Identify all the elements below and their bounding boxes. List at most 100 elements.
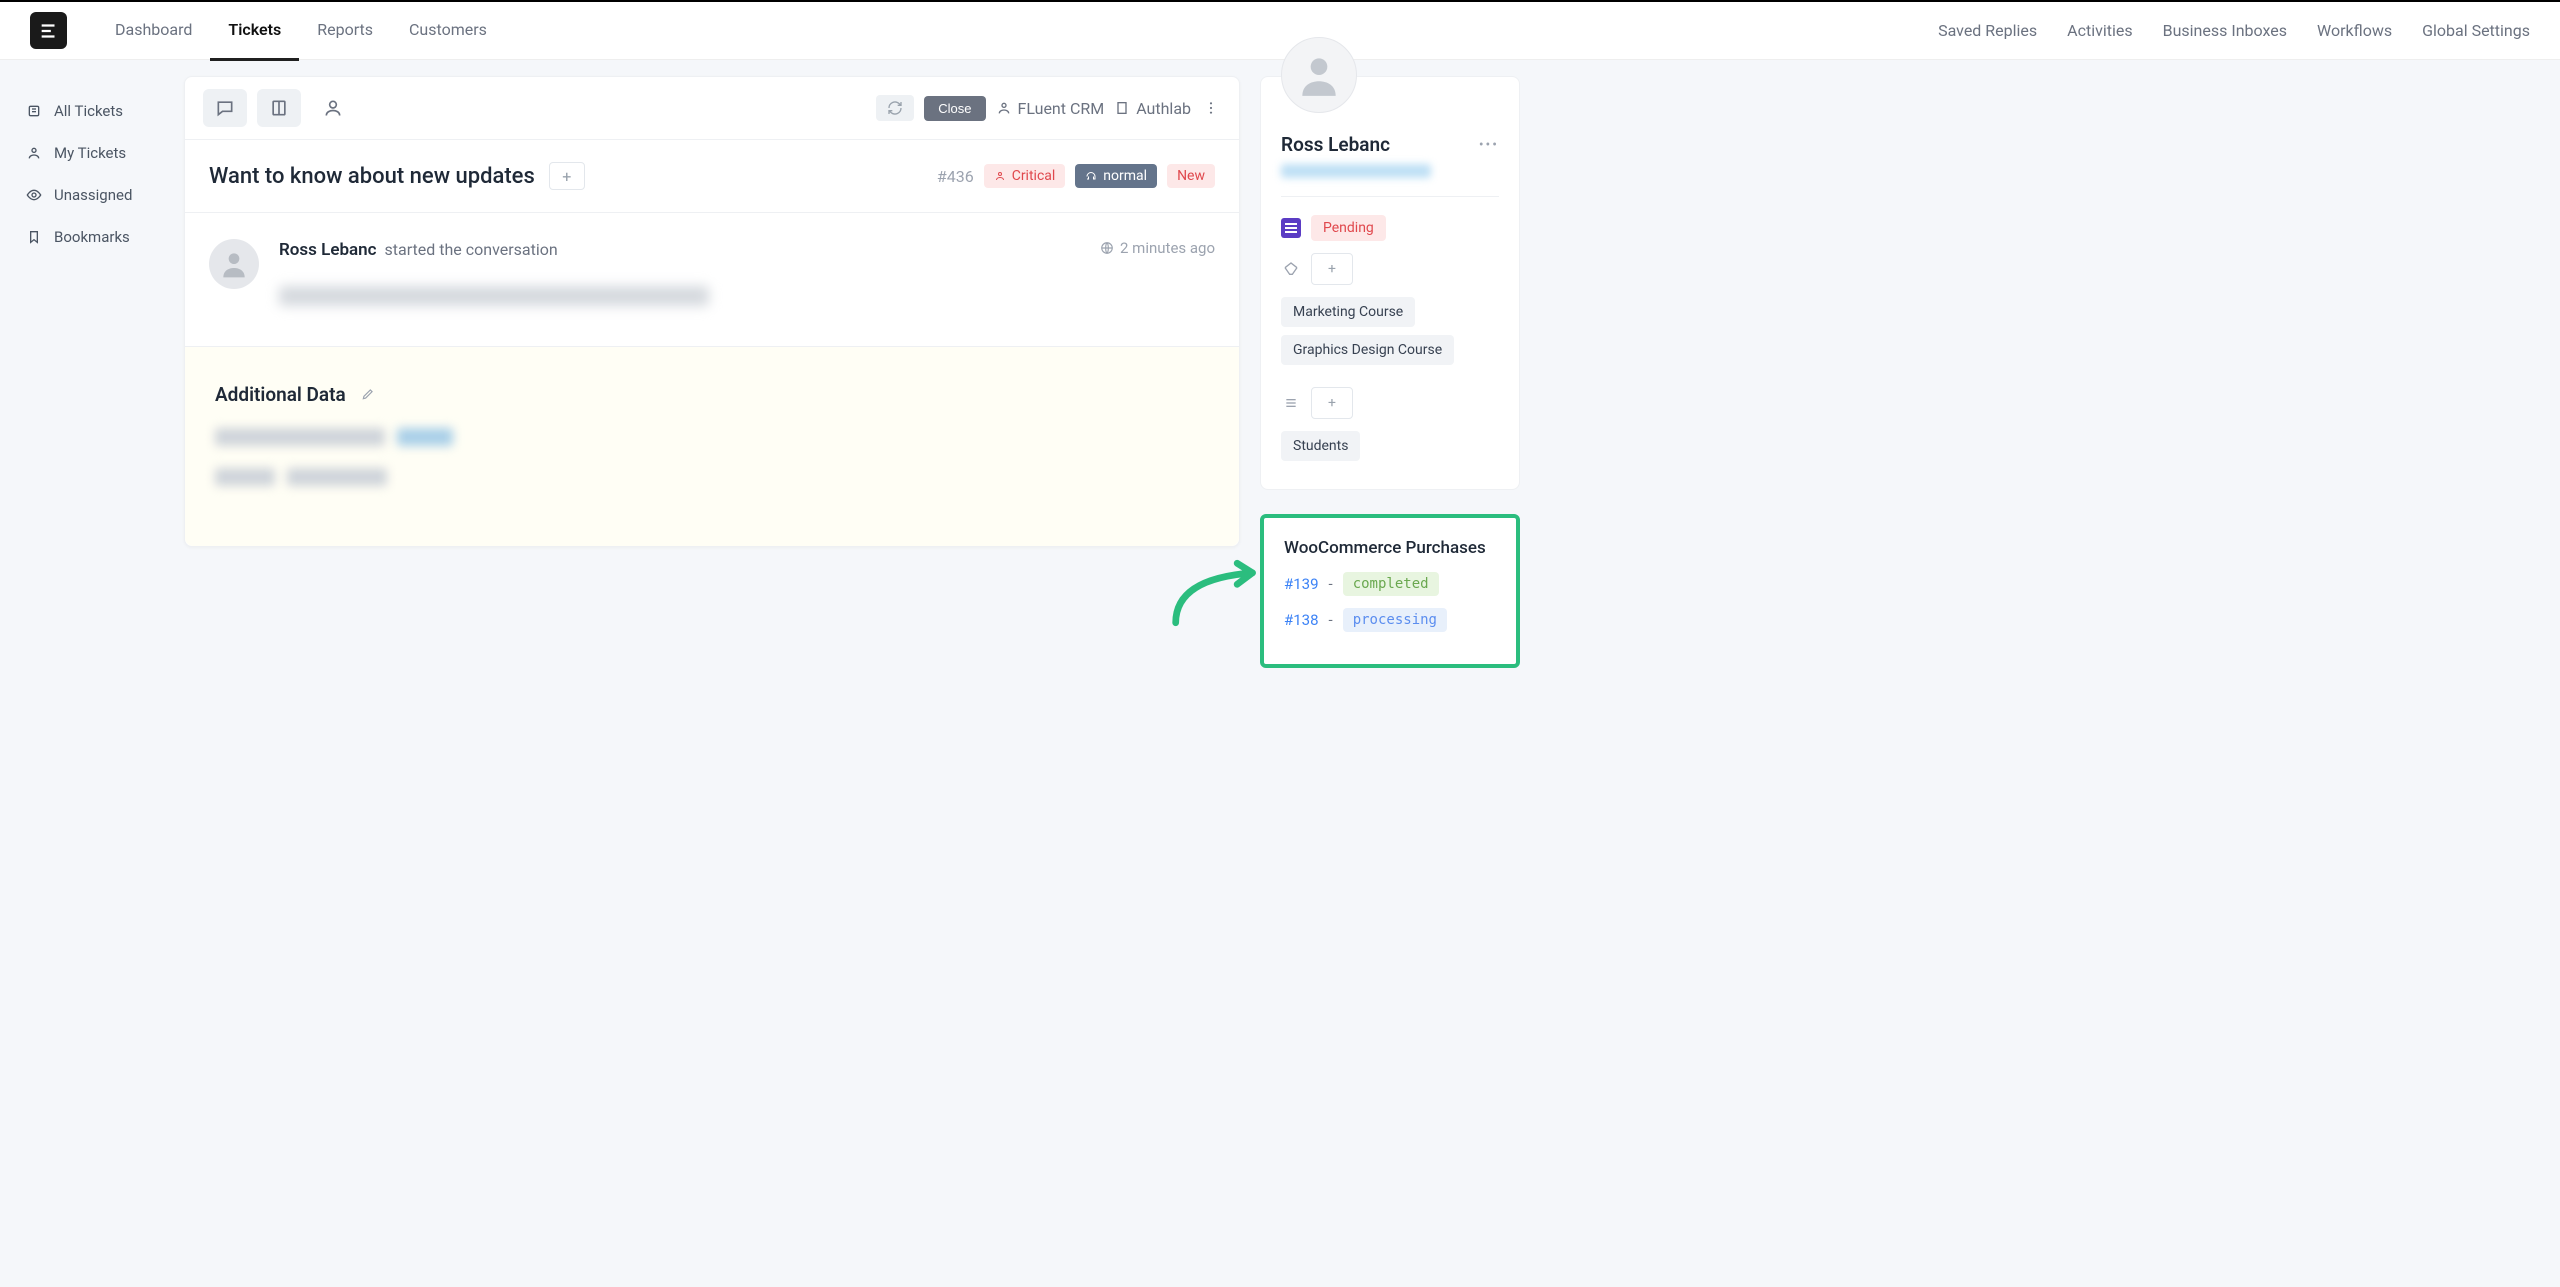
refresh-button[interactable] — [876, 95, 914, 121]
workspace: All Tickets My Tickets Unassigned Bookmarks… — [0, 60, 2560, 1287]
conversation-subtext: started the conversation — [385, 240, 558, 259]
order-link[interactable]: #139 — [1284, 575, 1319, 593]
add-customer-tag-button[interactable]: + — [1311, 253, 1353, 285]
woo-title: WooCommerce Purchases — [1284, 538, 1496, 558]
topbar: DashboardTicketsReportsCustomers Saved R… — [0, 0, 2560, 60]
avatar-icon — [1294, 50, 1344, 100]
globe-icon — [1100, 241, 1114, 255]
customer-tag[interactable]: Marketing Course — [1281, 297, 1415, 327]
author-name: Ross Lebanc — [279, 240, 377, 260]
nav-activities[interactable]: Activities — [2067, 21, 2132, 40]
customer-avatar — [1281, 37, 1357, 113]
additional-data-heading: Additional Data — [215, 383, 346, 406]
sidebar: All Tickets My Tickets Unassigned Bookmarks — [0, 60, 184, 1287]
person-small-icon — [996, 100, 1012, 116]
bookmark-icon — [26, 229, 42, 245]
sidebar-item-my-tickets[interactable]: My Tickets — [20, 132, 164, 174]
view-customer-button[interactable] — [311, 89, 355, 127]
person-icon — [323, 98, 343, 118]
order-status-badge: processing — [1343, 608, 1447, 632]
status-badge[interactable]: New — [1167, 164, 1215, 188]
pencil-icon — [361, 387, 375, 401]
nav-saved-replies[interactable]: Saved Replies — [1938, 21, 2037, 40]
user-small-icon — [994, 170, 1006, 182]
nav-tickets[interactable]: Tickets — [210, 1, 299, 61]
sidebar-label: My Tickets — [54, 144, 126, 162]
nav-customers[interactable]: Customers — [391, 1, 505, 61]
authlab-link[interactable]: Authlab — [1114, 99, 1191, 118]
ticket-meta: #436 Critical normal New — [937, 164, 1215, 188]
nav-global-settings[interactable]: Global Settings — [2422, 21, 2530, 40]
conversation-time: 2 minutes ago — [1100, 239, 1215, 257]
tag-icon — [1281, 259, 1301, 279]
building-icon — [1114, 100, 1130, 116]
app-logo[interactable] — [30, 12, 67, 49]
avatar-icon — [218, 248, 250, 280]
ticket-card: Close FLuent CRM Authlab Want to know ab… — [184, 76, 1240, 547]
customer-name: Ross Lebanc — [1281, 133, 1390, 156]
sidebar-label: All Tickets — [54, 102, 123, 120]
list-icon — [1281, 393, 1301, 413]
crm-app-icon — [1281, 218, 1301, 238]
logo-icon — [38, 20, 60, 42]
edit-additional-button[interactable] — [361, 387, 375, 401]
crm-status-badge[interactable]: Pending — [1311, 215, 1386, 241]
additional-data-panel: Additional Data — [185, 346, 1239, 546]
order-status-badge: completed — [1343, 572, 1439, 596]
nav-business-inboxes[interactable]: Business Inboxes — [2163, 21, 2287, 40]
add-customer-list-button[interactable]: + — [1311, 387, 1353, 419]
refresh-icon — [887, 100, 903, 116]
nav-reports[interactable]: Reports — [299, 1, 391, 61]
nav-workflows[interactable]: Workflows — [2317, 21, 2392, 40]
redacted-field — [215, 428, 385, 446]
channel-badge[interactable]: normal — [1075, 164, 1157, 188]
channel-label: normal — [1103, 168, 1147, 184]
customer-email-redacted — [1281, 164, 1431, 178]
customer-more-menu[interactable]: ••• — [1479, 137, 1499, 153]
kebab-icon — [1203, 100, 1219, 116]
customer-lists: Students — [1281, 431, 1499, 469]
user-icon — [26, 145, 42, 161]
woo-order-row: #139-completed — [1284, 572, 1496, 596]
add-tag-button[interactable]: + — [549, 162, 585, 190]
close-ticket-button[interactable]: Close — [924, 96, 985, 121]
right-panel: Ross Lebanc ••• Pending + Marketing Cour… — [1240, 60, 1540, 1287]
time-label: 2 minutes ago — [1120, 239, 1215, 257]
woocommerce-purchases-card: WooCommerce Purchases #139-completed #138… — [1260, 514, 1520, 668]
customer-tag[interactable]: Graphics Design Course — [1281, 335, 1454, 365]
headset-icon — [1085, 170, 1097, 182]
sidebar-label: Unassigned — [54, 186, 132, 204]
primary-nav: DashboardTicketsReportsCustomers — [97, 1, 505, 61]
sidebar-item-bookmarks[interactable]: Bookmarks — [20, 216, 164, 258]
separator: - — [1329, 611, 1333, 629]
redacted-value — [397, 428, 453, 446]
customer-tags: Marketing Course Graphics Design Course — [1281, 297, 1499, 373]
customer-list[interactable]: Students — [1281, 431, 1360, 461]
author-avatar — [209, 239, 259, 289]
conversation-entry: Ross Lebanc started the conversation 2 m… — [185, 213, 1239, 346]
main-panel: Close FLuent CRM Authlab Want to know ab… — [184, 60, 1240, 1287]
redacted-value — [287, 468, 387, 486]
view-conversation-button[interactable] — [203, 89, 247, 127]
ticket-more-menu[interactable] — [1201, 94, 1221, 122]
priority-badge[interactable]: Critical — [984, 164, 1066, 188]
nav-dashboard[interactable]: Dashboard — [97, 1, 210, 61]
ticket-title: Want to know about new updates — [209, 164, 535, 189]
sidebar-label: Bookmarks — [54, 228, 130, 246]
ticket-toolbar: Close FLuent CRM Authlab — [185, 77, 1239, 139]
notebook-icon — [269, 98, 289, 118]
order-link[interactable]: #138 — [1284, 611, 1319, 629]
view-notes-button[interactable] — [257, 89, 301, 127]
ticket-id: #436 — [937, 167, 974, 186]
message-body-redacted — [279, 286, 709, 306]
sidebar-item-unassigned[interactable]: Unassigned — [20, 174, 164, 216]
priority-label: Critical — [1012, 168, 1056, 184]
separator: - — [1329, 575, 1333, 593]
customer-profile-card: Ross Lebanc ••• Pending + Marketing Cour… — [1260, 76, 1520, 490]
fluent-crm-link[interactable]: FLuent CRM — [996, 99, 1105, 118]
chat-icon — [215, 98, 235, 118]
sidebar-item-all-tickets[interactable]: All Tickets — [20, 90, 164, 132]
eye-icon — [26, 187, 42, 203]
ticket-icon — [26, 103, 42, 119]
ticket-header: Want to know about new updates + #436 Cr… — [185, 139, 1239, 212]
